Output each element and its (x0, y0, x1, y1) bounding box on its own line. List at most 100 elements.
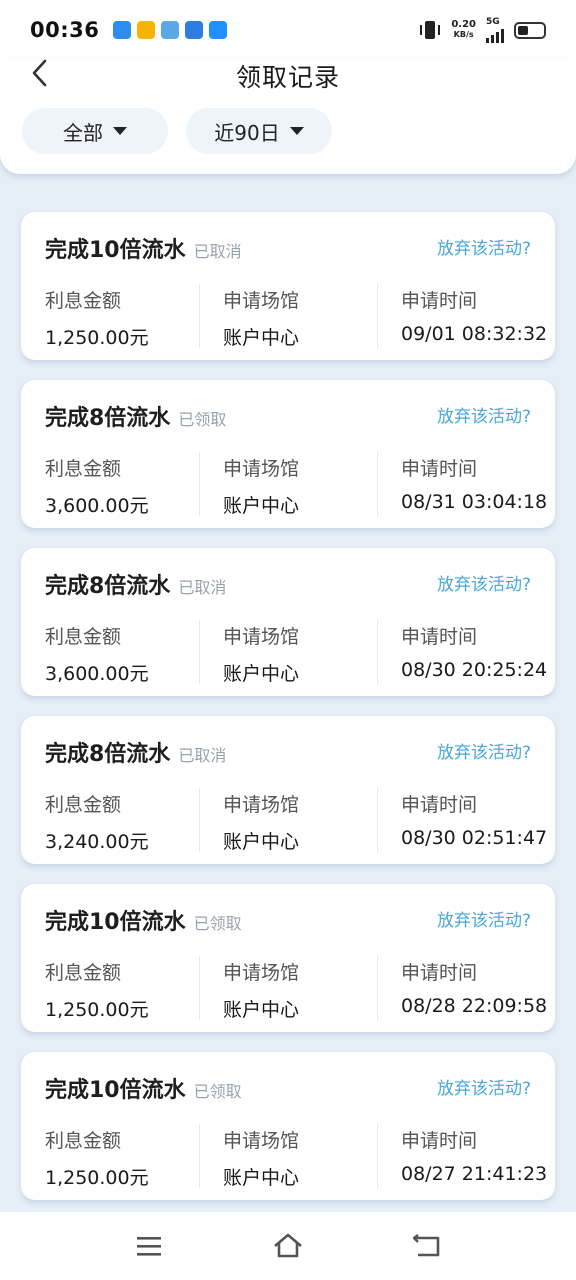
time-label: 申请时间 (401, 458, 478, 480)
venue-value: 账户中心 (223, 663, 300, 685)
back-nav-button[interactable] (407, 1226, 447, 1266)
time-label: 申请时间 (401, 794, 478, 816)
record-details: 利息金额 1,250.00元 申请场馆 账户中心 申请时间 08/28 22:0… (21, 954, 555, 1021)
record-title: 完成8倍流水 已取消 (45, 736, 226, 768)
record-card: 完成10倍流水 已领取 放弃该活动? 利息金额 1,250.00元 申请场馆 账户… (21, 1052, 555, 1200)
record-title-text: 完成10倍流水 (45, 238, 186, 263)
time-label: 申请时间 (401, 962, 478, 984)
home-button[interactable] (268, 1226, 308, 1266)
record-title-text: 完成8倍流水 (45, 742, 171, 767)
venue-label: 申请场馆 (223, 794, 300, 816)
abandon-activity-link[interactable]: 放弃该活动? (437, 402, 531, 427)
record-title-text: 完成10倍流水 (45, 910, 186, 935)
amount-column: 利息金额 1,250.00元 (21, 954, 199, 1021)
venue-value: 账户中心 (223, 495, 300, 517)
record-status: 已取消 (178, 746, 227, 765)
signal-group: 5G (486, 17, 504, 43)
battery-icon (514, 21, 546, 39)
record-card: 完成10倍流水 已领取 放弃该活动? 利息金额 1,250.00元 申请场馆 账户… (21, 884, 555, 1032)
abandon-activity-link[interactable]: 放弃该活动? (437, 1074, 531, 1099)
header: 领取记录 全部 近90日 (0, 59, 576, 174)
time-value: 08/27 21:41:23 (401, 1163, 548, 1185)
venue-label: 申请场馆 (223, 458, 300, 480)
app-notification-icon (185, 21, 204, 39)
time-value: 08/30 02:51:47 (401, 827, 548, 849)
record-status: 已领取 (193, 1082, 242, 1101)
home-icon (274, 1233, 302, 1258)
record-details: 利息金额 1,250.00元 申请场馆 账户中心 申请时间 08/27 21:4… (21, 1122, 555, 1189)
vibrate-icon (420, 21, 441, 39)
app-notification-icon (113, 21, 132, 39)
time-value: 08/30 20:25:24 (401, 659, 548, 681)
record-status: 已取消 (193, 242, 242, 261)
page-title: 领取记录 (235, 63, 340, 92)
system-nav-bar (0, 1212, 576, 1280)
abandon-activity-link[interactable]: 放弃该活动? (437, 234, 531, 259)
filter-date-dropdown[interactable]: 近90日 (186, 108, 332, 154)
amount-column: 利息金额 3,600.00元 (21, 450, 199, 517)
record-title: 完成10倍流水 已领取 (45, 1072, 242, 1104)
venue-value: 账户中心 (223, 831, 300, 853)
net-speed: 0.20 KB/s (451, 20, 476, 40)
venue-column: 申请场馆 账户中心 (199, 954, 377, 1021)
status-right: 0.20 KB/s 5G (419, 17, 546, 43)
venue-column: 申请场馆 账户中心 (199, 450, 377, 517)
time-column: 申请时间 09/01 08:32:32 (377, 282, 555, 348)
menu-button[interactable] (129, 1226, 169, 1266)
record-title: 完成8倍流水 已取消 (45, 568, 226, 600)
venue-column: 申请场馆 账户中心 (199, 282, 377, 349)
venue-label: 申请场馆 (223, 290, 300, 312)
record-status: 已领取 (178, 410, 227, 429)
amount-column: 利息金额 1,250.00元 (21, 282, 199, 349)
record-card: 完成10倍流水 已取消 放弃该活动? 利息金额 1,250.00元 申请场馆 账户… (21, 212, 555, 360)
amount-label: 利息金额 (45, 962, 122, 984)
status-time: 00:36 (30, 18, 100, 42)
amount-label: 利息金额 (45, 1130, 122, 1152)
amount-value: 3,600.00元 (45, 495, 149, 517)
notification-icons (113, 21, 228, 39)
record-details: 利息金额 3,240.00元 申请场馆 账户中心 申请时间 08/30 02:5… (21, 786, 555, 853)
record-details: 利息金额 1,250.00元 申请场馆 账户中心 申请时间 09/01 08:3… (21, 282, 555, 349)
filter-type-dropdown[interactable]: 全部 (22, 108, 168, 154)
amount-label: 利息金额 (45, 626, 122, 648)
record-title: 完成8倍流水 已领取 (45, 400, 226, 432)
amount-column: 利息金额 3,600.00元 (21, 618, 199, 685)
record-title-text: 完成10倍流水 (45, 1078, 186, 1103)
venue-label: 申请场馆 (223, 962, 300, 984)
status-bar: 00:36 0.20 KB/s 5G (0, 0, 576, 60)
time-label: 申请时间 (401, 626, 478, 648)
app-notification-icon (161, 21, 180, 39)
amount-value: 3,600.00元 (45, 663, 149, 685)
abandon-activity-link[interactable]: 放弃该活动? (437, 906, 531, 931)
amount-value: 3,240.00元 (45, 831, 149, 853)
menu-icon (137, 1237, 162, 1256)
record-status: 已领取 (193, 914, 242, 933)
record-details: 利息金额 3,600.00元 申请场馆 账户中心 申请时间 08/30 20:2… (21, 618, 555, 685)
record-title-text: 完成8倍流水 (45, 406, 171, 431)
time-column: 申请时间 08/30 20:25:24 (377, 618, 555, 684)
venue-label: 申请场馆 (223, 626, 300, 648)
time-label: 申请时间 (401, 1130, 478, 1152)
net-speed-unit: KB/s (453, 30, 474, 39)
mail-notification-icon (137, 21, 156, 39)
record-card: 完成8倍流水 已领取 放弃该活动? 利息金额 3,600.00元 申请场馆 账户中… (21, 380, 555, 528)
time-value: 09/01 08:32:32 (401, 323, 548, 345)
abandon-activity-link[interactable]: 放弃该活动? (437, 738, 531, 763)
amount-label: 利息金额 (45, 794, 122, 816)
record-status: 已取消 (178, 578, 227, 597)
record-title-text: 完成8倍流水 (45, 574, 171, 599)
venue-value: 账户中心 (223, 327, 300, 349)
record-card: 完成8倍流水 已取消 放弃该活动? 利息金额 3,600.00元 申请场馆 账户中… (21, 548, 555, 696)
signal-icon (486, 27, 504, 43)
records-list: 完成10倍流水 已取消 放弃该活动? 利息金额 1,250.00元 申请场馆 账户… (21, 212, 555, 1220)
record-title: 完成10倍流水 已取消 (45, 232, 242, 264)
time-label: 申请时间 (401, 290, 478, 312)
venue-value: 账户中心 (223, 1167, 300, 1189)
filter-date-label: 近90日 (214, 120, 280, 145)
venue-column: 申请场馆 账户中心 (199, 1122, 377, 1189)
abandon-activity-link[interactable]: 放弃该活动? (437, 570, 531, 595)
caret-down-icon (289, 127, 304, 135)
amount-value: 1,250.00元 (45, 327, 149, 349)
time-column: 申请时间 08/27 21:41:23 (377, 1122, 555, 1188)
caret-down-icon (113, 127, 127, 135)
